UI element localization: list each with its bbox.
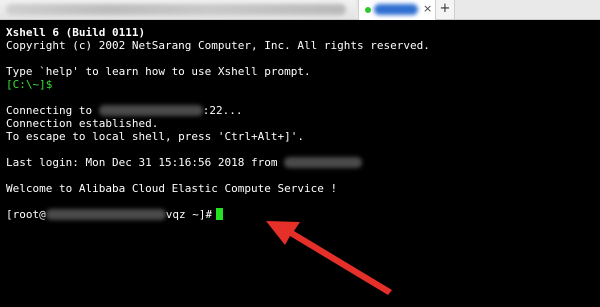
redacted-login-source	[284, 157, 363, 168]
redacted-tab-title	[6, 4, 346, 15]
session-tab-inactive[interactable]	[0, 0, 356, 19]
last-login-text: Last login: Mon Dec 31 15:16:56 2018 fro…	[6, 156, 285, 169]
remote-prompt-prefix: [root@	[6, 208, 46, 221]
redacted-tab-title	[374, 4, 418, 15]
welcome-message: Welcome to Alibaba Cloud Elastic Compute…	[6, 182, 338, 195]
banner-title: Xshell 6 (Build 0111)	[6, 26, 146, 39]
connecting-suffix: :22...	[202, 104, 243, 117]
banner-copyright: Copyright (c) 2002 NetSarang Computer, I…	[6, 39, 430, 52]
terminal-cursor	[216, 208, 224, 220]
redacted-hostname	[45, 209, 166, 220]
terminal-output[interactable]: Xshell 6 (Build 0111) Copyright (c) 2002…	[0, 20, 600, 307]
last-login-line: Last login: Mon Dec 31 15:16:56 2018 fro…	[6, 156, 363, 169]
remote-prompt-line[interactable]: [root@ vqz ~]#	[6, 208, 224, 221]
connection-established: Connection established.	[6, 117, 159, 130]
close-tab-button[interactable]: ×	[423, 2, 432, 16]
redacted-host	[98, 105, 203, 116]
session-tab-bar: × +	[0, 0, 600, 20]
connecting-prefix: Connecting to	[6, 104, 99, 117]
escape-hint: To escape to local shell, press 'Ctrl+Al…	[6, 130, 305, 143]
local-shell-prompt: [C:\~]$	[6, 78, 53, 91]
connected-status-icon	[365, 7, 371, 13]
connecting-line: Connecting to :22...	[6, 104, 242, 117]
new-tab-button[interactable]: +	[436, 0, 455, 19]
help-hint: Type `help' to learn how to use Xshell p…	[6, 65, 311, 78]
remote-prompt-suffix: vqz ~]#	[165, 208, 213, 221]
session-tab-active[interactable]: ×	[358, 0, 436, 20]
